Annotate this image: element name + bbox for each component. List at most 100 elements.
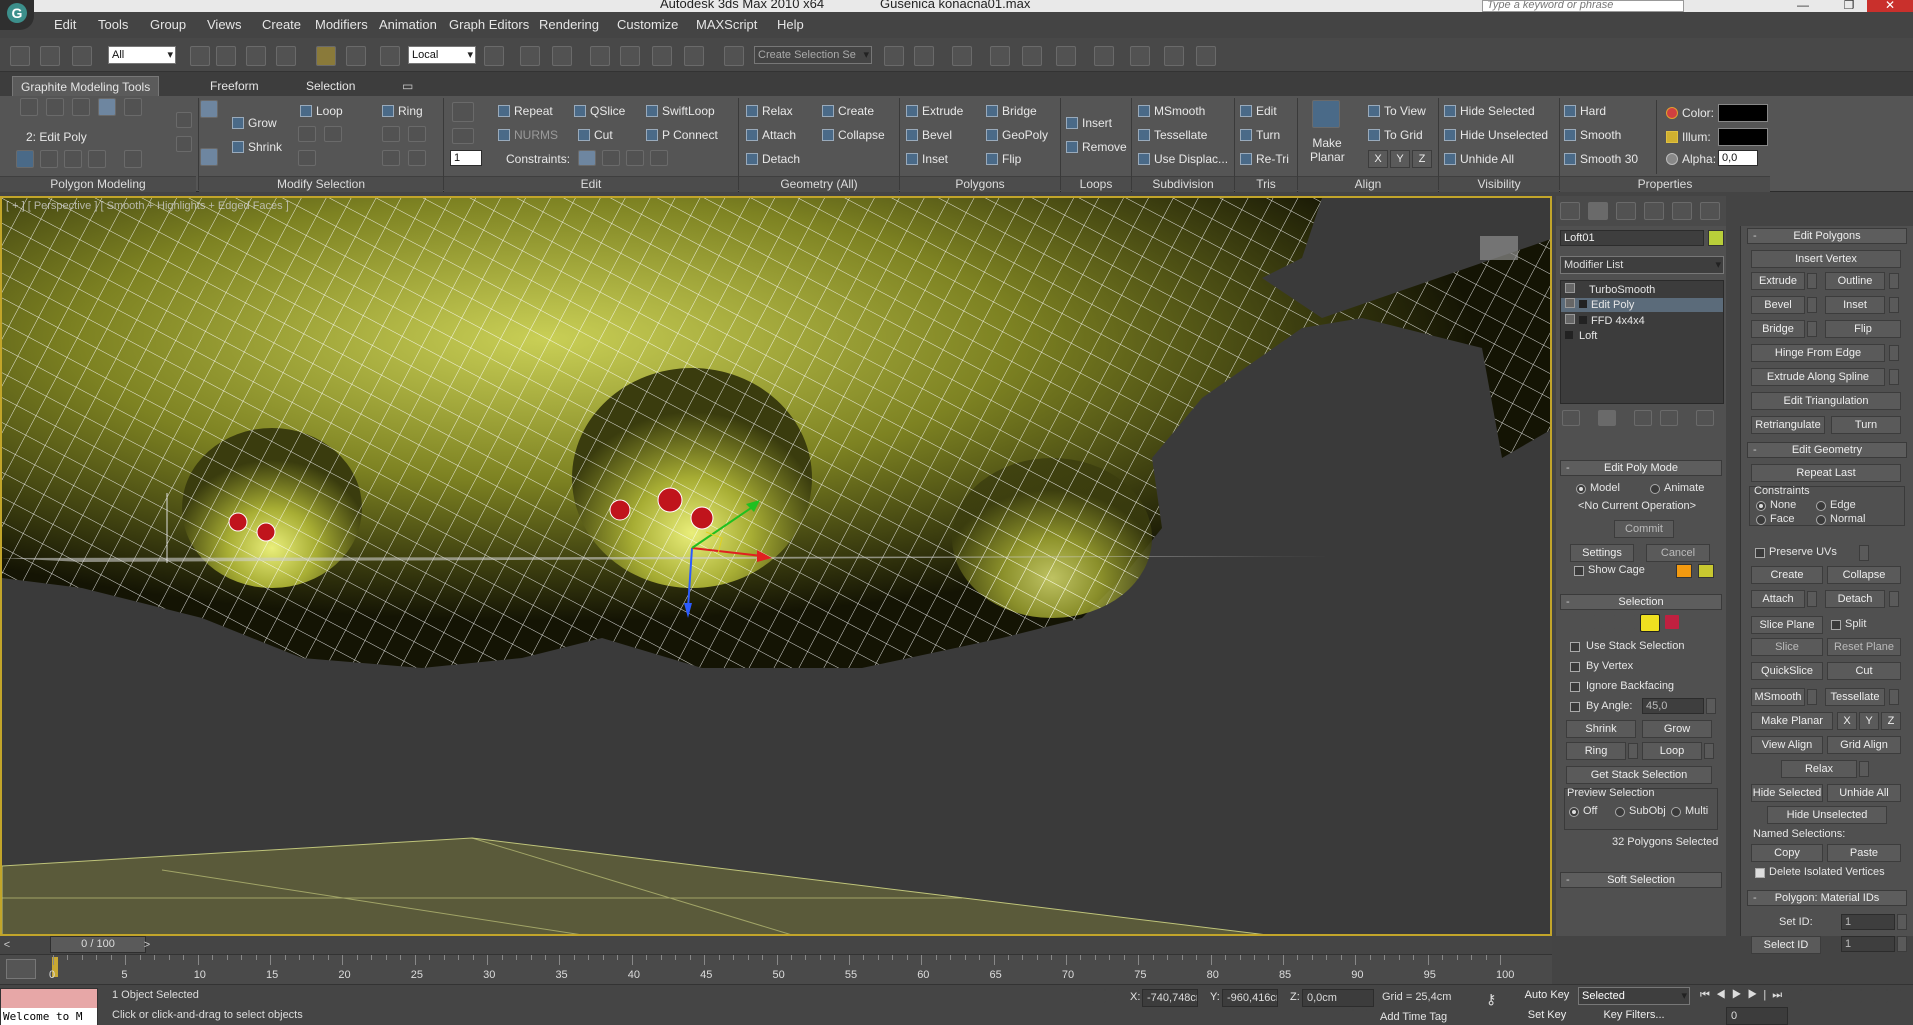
group-loops[interactable]: Loops [1061, 176, 1131, 192]
tab-selection[interactable]: Selection [298, 76, 363, 96]
polygon-mode-icon[interactable] [98, 98, 116, 116]
soft-select-icon[interactable] [40, 150, 58, 168]
layer-manager-icon[interactable] [952, 46, 972, 66]
angle-snap-icon[interactable] [620, 46, 640, 66]
loop-spinner[interactable] [1704, 743, 1714, 759]
step-loop-icon[interactable] [200, 100, 218, 118]
grow-selection-button[interactable]: Grow [1642, 720, 1712, 738]
constraint-none-radio[interactable] [1756, 501, 1766, 511]
get-stack-selection-button[interactable]: Get Stack Selection [1566, 766, 1712, 784]
menu-customize[interactable]: Customize [617, 17, 678, 32]
cage-selected-color-swatch[interactable] [1698, 564, 1714, 578]
render-setup-icon[interactable] [1130, 46, 1150, 66]
dot-loop-icon[interactable] [324, 126, 342, 142]
key-filters-button[interactable]: Key Filters... [1578, 1007, 1690, 1025]
display-tab-icon[interactable] [1672, 202, 1692, 220]
preserve-uvs-checkbox[interactable] [1755, 548, 1765, 558]
chevron-left-icon[interactable]: < [0, 936, 14, 954]
border-select-icon[interactable] [1620, 614, 1636, 630]
attach-list-icon[interactable] [1807, 591, 1817, 607]
hinge-settings-icon[interactable] [1889, 345, 1899, 361]
select-id-field[interactable]: 1 [1841, 936, 1895, 952]
ring-spinner[interactable] [1628, 743, 1638, 759]
graphite-toggle-icon[interactable] [990, 46, 1010, 66]
to-view-button[interactable]: To View [1368, 104, 1426, 118]
planar-z-button[interactable]: Z [1881, 712, 1901, 730]
extrude-spline-settings-icon[interactable] [1889, 369, 1899, 385]
menu-tools[interactable]: Tools [98, 17, 128, 32]
bulb-icon[interactable] [1565, 283, 1575, 293]
collapse-geo-button[interactable]: Collapse [1827, 566, 1901, 584]
group-subdivision[interactable]: Subdivision [1132, 176, 1234, 192]
configure-sets-icon[interactable] [1696, 410, 1714, 426]
expand-icon[interactable] [1565, 331, 1573, 339]
key-selection-select[interactable]: Selected [1578, 987, 1690, 1005]
preview-icon[interactable] [64, 150, 82, 168]
preview-multi-radio[interactable] [1671, 807, 1681, 817]
shrink-button[interactable]: Shrink [232, 140, 282, 154]
edit-triangulation-button[interactable]: Edit Triangulation [1751, 392, 1901, 410]
reference-coord-select[interactable]: Local [408, 46, 476, 64]
align-y-button[interactable]: Y [1390, 150, 1410, 168]
by-angle-field[interactable]: 45,0 [1642, 698, 1704, 714]
by-angle-checkbox[interactable] [1570, 702, 1580, 712]
menu-animation[interactable]: Animation [379, 17, 437, 32]
cancel-button[interactable]: Cancel [1646, 544, 1710, 562]
use-displacement-button[interactable]: Use Displac... [1138, 152, 1228, 166]
mini-curve-editor-icon[interactable] [6, 959, 36, 979]
move-icon[interactable] [316, 46, 336, 66]
rect-selection-icon[interactable] [246, 46, 266, 66]
viewport-label[interactable]: [ + ] [ Perspective ] [ Smooth + Highlig… [6, 200, 289, 212]
settings-button[interactable]: Settings [1570, 544, 1634, 562]
rotate-icon[interactable] [346, 46, 366, 66]
msmooth-settings-icon[interactable] [1807, 689, 1817, 705]
menu-graph-editors[interactable]: Graph Editors [449, 17, 529, 32]
attach-geo-button[interactable]: Attach [1751, 590, 1805, 608]
menu-create[interactable]: Create [262, 17, 301, 32]
bevel-button[interactable]: Bevel [906, 128, 952, 142]
schematic-view-icon[interactable] [1056, 46, 1076, 66]
inset-poly-button[interactable]: Inset [1825, 296, 1885, 314]
set-id-field[interactable]: 1 [1841, 914, 1895, 930]
create-button[interactable]: Create [822, 104, 874, 118]
bevel-poly-button[interactable]: Bevel [1751, 296, 1805, 314]
set-id-spinner[interactable] [1897, 914, 1907, 930]
group-tris[interactable]: Tris [1235, 176, 1297, 192]
ring-shift-icon[interactable] [382, 126, 400, 142]
down-arrow-icon[interactable] [176, 136, 192, 152]
turn-poly-button[interactable]: Turn [1831, 416, 1901, 434]
ignore-backfacing-checkbox[interactable] [1570, 682, 1580, 692]
msmooth-geo-button[interactable]: MSmooth [1751, 688, 1805, 706]
modify-tab-icon[interactable] [1588, 202, 1608, 220]
link-icon[interactable] [10, 46, 30, 66]
select-id-button[interactable]: Select ID [1751, 936, 1821, 954]
up-arrow-icon[interactable] [176, 112, 192, 128]
bridge-poly-button[interactable]: Bridge [1751, 320, 1805, 338]
hinge-from-edge-button[interactable]: Hinge From Edge [1751, 344, 1885, 362]
tessellate-geo-button[interactable]: Tessellate [1825, 688, 1885, 706]
inset-button[interactable]: Inset [906, 152, 948, 166]
group-align[interactable]: Align [1298, 176, 1438, 192]
render-production-icon[interactable] [1196, 46, 1216, 66]
select-object-icon[interactable] [190, 46, 210, 66]
edit-poly-stack-label[interactable]: 2: Edit Poly [26, 130, 87, 144]
hard-button[interactable]: Hard [1564, 104, 1606, 118]
element-select-icon[interactable] [1664, 614, 1680, 630]
constraint-none-icon[interactable] [578, 150, 596, 166]
orbit-icon[interactable] [1860, 989, 1876, 1003]
search-input[interactable]: Type a keyword or phrase [1482, 0, 1684, 12]
slice-plane-button[interactable]: Slice Plane [1751, 616, 1823, 634]
viewcube-icon[interactable] [1480, 236, 1518, 260]
hide-unselected-geo-button[interactable]: Hide Unselected [1767, 806, 1887, 824]
preview-subobj-radio[interactable] [1615, 807, 1625, 817]
add-time-tag-label[interactable]: Add Time Tag [1380, 1011, 1447, 1023]
ring-button[interactable]: Ring [382, 104, 423, 118]
remove-loop-button[interactable]: Remove [1066, 140, 1127, 154]
ring-selection-button[interactable]: Ring [1566, 742, 1626, 760]
polygon-select-icon[interactable] [1640, 614, 1660, 632]
geopoly-button[interactable]: GeoPoly [986, 128, 1048, 142]
hide-selected-geo-button[interactable]: Hide Selected [1751, 784, 1823, 802]
constraint-face-radio[interactable] [1756, 515, 1766, 525]
ring-mode-3-icon[interactable] [408, 150, 426, 166]
smooth-30-button[interactable]: Smooth 30 [1564, 152, 1638, 166]
